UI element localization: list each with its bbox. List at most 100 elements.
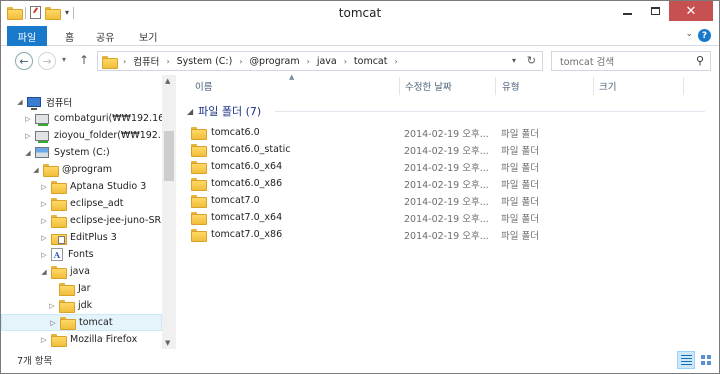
properties-icon[interactable]: [30, 6, 41, 19]
folder-icon: [191, 127, 207, 140]
tab-view[interactable]: 보기: [139, 29, 157, 44]
minimize-button[interactable]: [613, 1, 641, 21]
tree-item-jdk[interactable]: ▷ jdk: [1, 297, 162, 314]
folder-icon[interactable]: [7, 7, 23, 20]
scroll-up-icon[interactable]: ▲: [165, 77, 170, 85]
close-button[interactable]: ✕: [669, 1, 713, 21]
collapsed-chevron-icon[interactable]: ▷: [39, 200, 49, 208]
file-type: 파일 폴더: [501, 162, 539, 174]
group-header-file-folder[interactable]: ◢ 파일 폴더 (7): [187, 103, 261, 119]
list-item[interactable]: tomcat7.0_x64 2014-02-19 오후... 파일 폴더: [191, 209, 591, 226]
list-item[interactable]: tomcat6.0_static 2014-02-19 오후... 파일 폴더: [191, 141, 591, 158]
column-header-name[interactable]: 이름: [195, 75, 395, 97]
column-header-date[interactable]: 수정한 날짜: [405, 75, 495, 97]
tree-item-program[interactable]: ◢ @program: [1, 161, 162, 178]
collapsed-chevron-icon[interactable]: ▷: [39, 251, 49, 259]
breadcrumb-separator-icon[interactable]: ›: [166, 57, 169, 66]
breadcrumb-tomcat[interactable]: tomcat: [354, 56, 388, 67]
navigation-bar: ← → ▾ ↑ › 컴퓨터 › System (C:) › @program ›…: [1, 47, 719, 75]
column-header-size[interactable]: 크기: [599, 75, 689, 97]
group-divider: [275, 111, 705, 112]
search-icon[interactable]: ⚲: [696, 54, 704, 67]
group-collapse-chevron-icon[interactable]: ◢: [187, 107, 193, 116]
column-divider[interactable]: [495, 77, 496, 95]
recent-locations-dropdown-icon[interactable]: ▾: [62, 55, 66, 64]
tree-item-fonts[interactable]: ▷ A Fonts: [1, 246, 162, 263]
column-divider[interactable]: [683, 77, 684, 95]
collapsed-chevron-icon[interactable]: ▷: [47, 302, 57, 310]
breadcrumb-computer[interactable]: 컴퓨터: [133, 54, 159, 68]
breadcrumb-program[interactable]: @program: [250, 56, 300, 67]
tree-item-label: Fonts: [68, 249, 94, 260]
column-divider[interactable]: [593, 77, 594, 95]
forward-button[interactable]: →: [38, 52, 56, 70]
tree-item-mozilla-firefox[interactable]: ▷ Mozilla Firefox: [1, 331, 162, 348]
tab-share[interactable]: 공유: [96, 29, 114, 44]
customize-toolbar-dropdown-icon[interactable]: ▾: [65, 8, 69, 17]
tree-item-eclipse-adt[interactable]: ▷ eclipse_adt: [1, 195, 162, 212]
scroll-down-icon[interactable]: ▼: [165, 339, 170, 347]
tab-home[interactable]: 홈: [65, 29, 74, 44]
file-name: tomcat6.0_x64: [211, 161, 283, 172]
item-count: 7개 항목: [17, 356, 53, 367]
breadcrumb-separator-icon[interactable]: ›: [123, 57, 126, 66]
tree-item-eclipse-jee[interactable]: ▷ eclipse-jee-juno-SR1-w: [1, 212, 176, 229]
address-bar[interactable]: › 컴퓨터 › System (C:) › @program › java › …: [97, 51, 543, 71]
breadcrumb-separator-icon[interactable]: ›: [307, 57, 310, 66]
tree-item-system-c[interactable]: ◢ System (C:): [1, 144, 162, 161]
tree-item-editplus[interactable]: ▷ EditPlus 3: [1, 229, 162, 246]
collapsed-chevron-icon[interactable]: ▷: [39, 183, 49, 191]
back-button[interactable]: ←: [15, 52, 33, 70]
address-history-dropdown-icon[interactable]: ▾: [512, 56, 516, 65]
breadcrumb-separator-icon[interactable]: ›: [344, 57, 347, 66]
list-item[interactable]: tomcat7.0 2014-02-19 오후... 파일 폴더: [191, 192, 591, 209]
expanded-chevron-icon[interactable]: ◢: [15, 98, 25, 106]
expanded-chevron-icon[interactable]: ◢: [23, 149, 33, 157]
collapsed-chevron-icon[interactable]: ▷: [39, 234, 49, 242]
tree-item-aptana-studio[interactable]: ▷ Aptana Studio 3: [1, 178, 162, 195]
network-drive-icon: [35, 113, 49, 126]
window-title: tomcat: [338, 6, 382, 20]
new-folder-icon[interactable]: [45, 7, 61, 20]
collapsed-chevron-icon[interactable]: ▷: [39, 336, 49, 344]
breadcrumb-system-c[interactable]: System (C:): [177, 56, 233, 67]
breadcrumb-separator-icon[interactable]: ›: [394, 57, 397, 66]
expand-ribbon-chevron-icon[interactable]: ⌄: [685, 29, 693, 39]
tree-item-zioyou-folder[interactable]: ▷ zioyou_folder(₩₩192.168.: [1, 127, 176, 144]
large-icons-view-button[interactable]: [697, 351, 715, 369]
column-divider[interactable]: [399, 77, 400, 95]
tree-item-tomcat[interactable]: ▷ tomcat: [1, 314, 162, 331]
tree-item-jar[interactable]: Jar: [1, 280, 162, 297]
breadcrumb-separator-icon[interactable]: ›: [239, 57, 242, 66]
search-input[interactable]: tomcat 검색 ⚲: [551, 51, 711, 71]
breadcrumb-java[interactable]: java: [317, 56, 337, 67]
details-view-button[interactable]: [677, 351, 695, 369]
collapsed-chevron-icon[interactable]: ▷: [23, 115, 33, 123]
expanded-chevron-icon[interactable]: ◢: [39, 268, 49, 276]
expanded-chevron-icon[interactable]: ◢: [31, 166, 41, 174]
list-item[interactable]: tomcat7.0_x86 2014-02-19 오후... 파일 폴더: [191, 226, 591, 243]
column-header-type[interactable]: 유형: [502, 75, 592, 97]
collapsed-chevron-icon[interactable]: ▷: [39, 217, 49, 225]
tab-file[interactable]: 파일: [7, 26, 47, 46]
folder-icon: [191, 229, 207, 242]
scrollbar-thumb[interactable]: [164, 131, 174, 181]
refresh-icon[interactable]: ↻: [527, 54, 536, 67]
tree-item-combatguri[interactable]: ▷ combatguri(₩₩192.168.10.: [1, 110, 176, 127]
collapsed-chevron-icon[interactable]: ▷: [23, 132, 33, 140]
maximize-button[interactable]: [641, 1, 669, 21]
tree-item-computer[interactable]: ◢ 컴퓨터: [1, 93, 162, 110]
folder-icon: [51, 215, 67, 228]
list-item[interactable]: tomcat6.0_x86 2014-02-19 오후... 파일 폴더: [191, 175, 591, 192]
tree-item-label: System (C:): [54, 147, 110, 158]
up-folder-icon[interactable]: ↑: [79, 53, 89, 67]
tree-item-label: combatguri(₩₩192.168.10.: [54, 113, 176, 124]
navigation-pane-scrollbar[interactable]: ▲ ▼: [162, 75, 176, 349]
tree-item-java[interactable]: ◢ java: [1, 263, 162, 280]
drive-icon: [35, 147, 49, 158]
collapsed-chevron-icon[interactable]: ▷: [48, 319, 58, 327]
help-icon[interactable]: ?: [698, 29, 711, 42]
list-item[interactable]: tomcat6.0_x64 2014-02-19 오후... 파일 폴더: [191, 158, 591, 175]
ribbon-tabs: 파일 홈 공유 보기 ⌄ ?: [1, 26, 719, 46]
list-item[interactable]: tomcat6.0 2014-02-19 오후... 파일 폴더: [191, 124, 591, 141]
